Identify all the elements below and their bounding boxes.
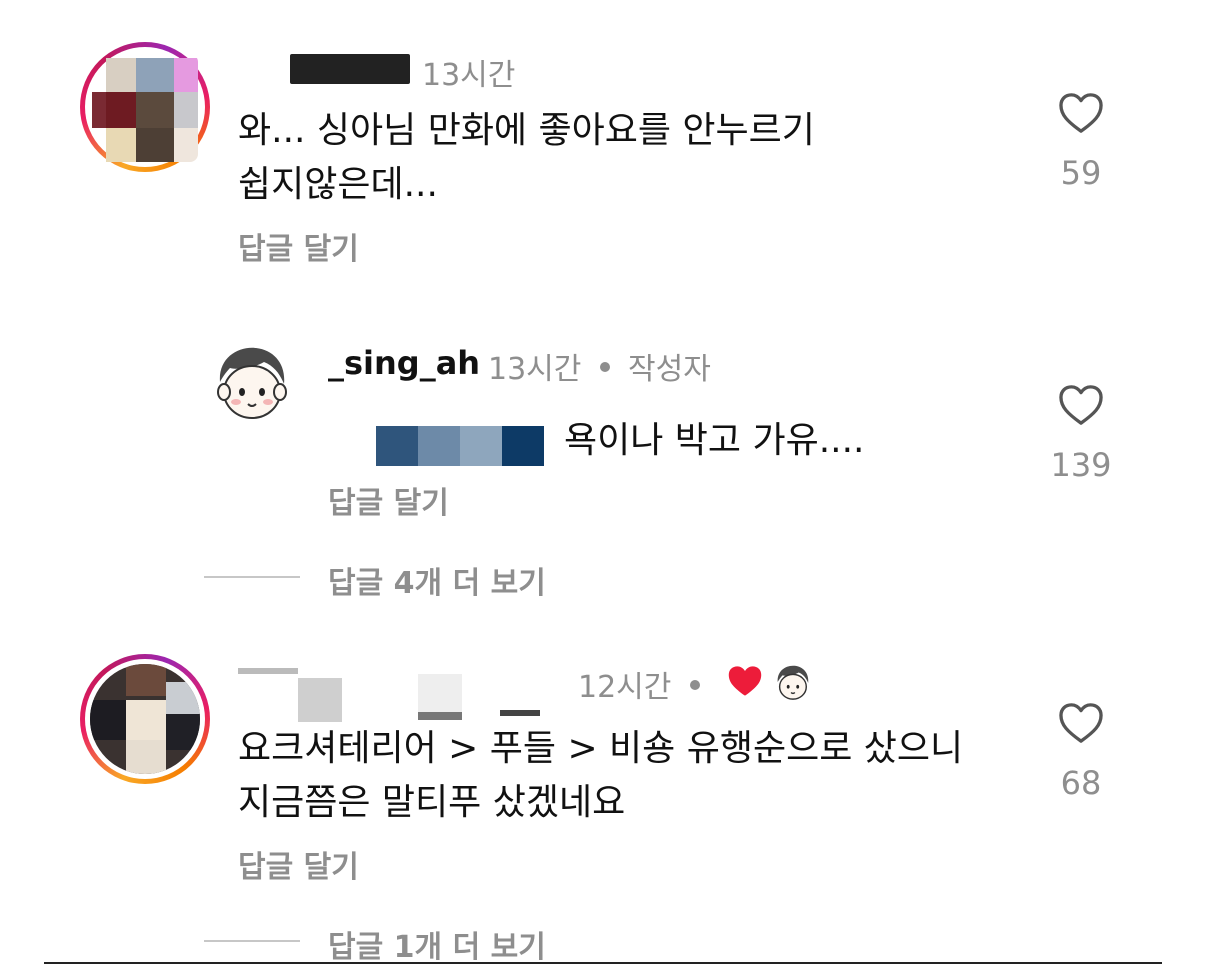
like-count: 68 bbox=[1060, 764, 1102, 802]
comment-text: 욕이나 박고 가유.... bbox=[564, 420, 865, 461]
separator-dot bbox=[600, 362, 610, 372]
comment-text-line: 요크셔테리어 > 푸들 > 비숑 유행순으로 샀으니 bbox=[238, 728, 964, 769]
author-liked-heart-icon bbox=[726, 664, 764, 700]
like-button[interactable] bbox=[1058, 92, 1104, 136]
comment-text: 와... 싱아님 만화에 좋아요를 안누르기 쉽지않은데... bbox=[238, 104, 1018, 212]
username[interactable]: _sing_ah bbox=[328, 344, 480, 382]
comment-text-line: 쉽지않은데... bbox=[238, 164, 438, 205]
heart-icon bbox=[1059, 703, 1103, 743]
heart-icon bbox=[1059, 93, 1103, 133]
author-avatar-mini bbox=[772, 662, 812, 702]
comment-time: 13시간 bbox=[422, 58, 516, 93]
cartoon-face-icon bbox=[777, 665, 809, 700]
comment-text-line: 지금쯤은 말티푸 샀겠네요 bbox=[238, 782, 626, 823]
comment-time: 12시간 bbox=[578, 670, 672, 705]
avatar[interactable] bbox=[80, 654, 210, 784]
like-button[interactable] bbox=[1058, 702, 1104, 746]
view-more-line bbox=[204, 576, 300, 578]
comment-time: 13시간 bbox=[488, 352, 582, 387]
view-more-replies-button[interactable]: 답글 1개 더 보기 bbox=[328, 922, 546, 966]
mention-redacted[interactable] bbox=[376, 426, 544, 466]
reply-button[interactable]: 답글 달기 bbox=[328, 478, 449, 522]
reply-button[interactable]: 답글 달기 bbox=[238, 842, 359, 886]
comment-text-line: 와... 싱아님 만화에 좋아요를 안누르기 bbox=[238, 110, 815, 151]
view-more-replies-button[interactable]: 답글 4개 더 보기 bbox=[328, 558, 546, 602]
view-more-line bbox=[204, 940, 300, 942]
cartoon-face-icon bbox=[217, 347, 287, 419]
username-redacted[interactable] bbox=[238, 664, 548, 724]
comment-text: 요크셔테리어 > 푸들 > 비숑 유행순으로 샀으니 지금쯤은 말티푸 샀겠네요 bbox=[238, 722, 1038, 830]
username-redacted[interactable] bbox=[290, 50, 410, 86]
heart-icon bbox=[1059, 385, 1103, 425]
avatar[interactable] bbox=[208, 340, 292, 424]
like-count: 139 bbox=[1050, 446, 1112, 484]
bottom-divider bbox=[44, 962, 1162, 964]
avatar[interactable] bbox=[80, 42, 210, 172]
reply-button[interactable]: 답글 달기 bbox=[238, 224, 359, 268]
like-count: 59 bbox=[1060, 154, 1102, 192]
separator-dot bbox=[690, 680, 700, 690]
author-badge: 작성자 bbox=[628, 352, 711, 387]
like-button[interactable] bbox=[1058, 384, 1104, 428]
